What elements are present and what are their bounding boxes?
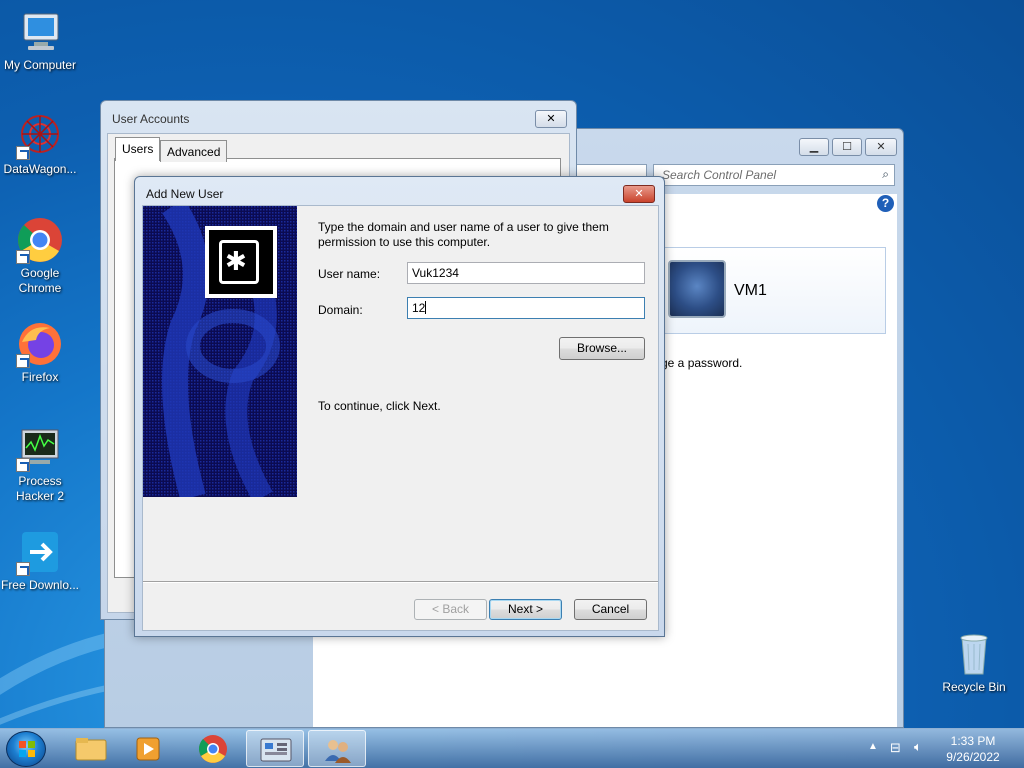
- recycle-bin-icon: [950, 630, 998, 678]
- back-button[interactable]: < Back: [414, 599, 487, 620]
- download-manager-icon: [16, 528, 64, 576]
- desktop-icon-label: Free Downlo...: [0, 578, 80, 592]
- continue-text: To continue, click Next.: [318, 399, 441, 413]
- desktop-icon-label: Process Hacker 2: [15, 474, 65, 503]
- shortcut-arrow-icon: [16, 458, 30, 472]
- change-password-link[interactable]: ge a password.: [661, 356, 742, 370]
- chrome-icon: [199, 735, 227, 763]
- desktop-icon-recycle-bin[interactable]: Recycle Bin: [934, 630, 1014, 695]
- folder-icon: [75, 738, 107, 761]
- shortcut-arrow-icon: [16, 250, 30, 264]
- tab-advanced[interactable]: Advanced: [160, 140, 228, 162]
- user-name-label: User name:: [318, 267, 381, 281]
- search-placeholder: Search Control Panel: [662, 168, 777, 182]
- dialog-body: ✱ Type the domain and user name of a use…: [142, 205, 659, 631]
- taskbar-control-panel[interactable]: [246, 730, 304, 767]
- clock-time[interactable]: 1:33 PM: [938, 734, 1008, 748]
- taskbar-explorer[interactable]: [62, 730, 120, 767]
- desktop-icon-label: DataWagon...: [3, 162, 77, 176]
- user-name-field[interactable]: Vuk1234: [407, 262, 645, 284]
- account-name: VM1: [734, 282, 767, 299]
- media-player-icon: [136, 737, 160, 761]
- desktop-icon-label: Google Chrome: [18, 266, 62, 295]
- divider: [143, 581, 658, 583]
- datawagon-icon: [16, 112, 64, 160]
- shortcut-arrow-icon: [16, 562, 30, 576]
- desktop-icon-free-download[interactable]: Free Downlo...: [0, 528, 80, 593]
- computer-icon: [16, 8, 64, 56]
- desktop-icon-process-hacker[interactable]: Process Hacker 2: [0, 424, 80, 504]
- desktop-icon-label: Firefox: [21, 370, 59, 384]
- desktop-icon-my-computer[interactable]: My Computer: [0, 8, 80, 73]
- maximize-button[interactable]: ☐: [832, 138, 862, 156]
- wizard-banner: ✱: [143, 206, 297, 497]
- users-icon: [325, 740, 351, 763]
- search-input[interactable]: Search Control Panel ⌕: [653, 164, 895, 186]
- search-icon: ⌕: [882, 167, 889, 181]
- process-hacker-icon: [16, 424, 64, 472]
- close-button[interactable]: ✕: [865, 138, 897, 156]
- desktop-icon-datawagon[interactable]: DataWagon...: [0, 112, 80, 177]
- close-button[interactable]: ✕: [623, 185, 655, 203]
- tab-users[interactable]: Users: [115, 137, 161, 161]
- start-button[interactable]: [6, 731, 46, 767]
- clock-date[interactable]: 9/26/2022: [938, 750, 1008, 764]
- browse-button[interactable]: Browse...: [559, 337, 645, 360]
- cancel-button[interactable]: Cancel: [574, 599, 647, 620]
- minimize-button[interactable]: ▁: [799, 138, 829, 156]
- windows-logo-icon: [19, 741, 35, 757]
- dialog-title: Add New User: [146, 187, 224, 201]
- next-button[interactable]: Next >: [489, 599, 562, 620]
- desktop-icon-label: Recycle Bin: [942, 680, 1006, 694]
- text-caret: [425, 301, 427, 314]
- add-new-user-dialog[interactable]: Add New User ✕ ✱ Type the domain and use…: [134, 176, 665, 637]
- control-panel-icon: [260, 738, 292, 762]
- user-name-value: Vuk1234: [412, 266, 459, 280]
- domain-value: 12: [412, 301, 426, 315]
- window-title: User Accounts: [112, 112, 190, 126]
- domain-field[interactable]: 12: [407, 297, 645, 319]
- desktop-icon-label: My Computer: [3, 58, 77, 72]
- help-icon[interactable]: ?: [877, 195, 894, 212]
- taskbar: ▲ ⊟ 🔈︎ 1:33 PM 9/26/2022: [0, 728, 1024, 768]
- instruction-text: Type the domain and user name of a user …: [318, 220, 609, 249]
- user-icon: ✱: [205, 226, 277, 298]
- domain-label: Domain:: [318, 303, 363, 317]
- taskbar-user-accounts[interactable]: [308, 730, 366, 767]
- close-button[interactable]: ✕: [535, 110, 567, 128]
- network-icon[interactable]: ⊟: [890, 740, 901, 756]
- show-hidden-icons-icon[interactable]: ▲: [868, 741, 878, 752]
- firefox-icon: [16, 320, 64, 368]
- desktop-icon-firefox[interactable]: Firefox: [0, 320, 80, 385]
- shortcut-arrow-icon: [16, 146, 30, 160]
- shortcut-arrow-icon: [16, 354, 30, 368]
- desktop-icon-google-chrome[interactable]: Google Chrome: [0, 216, 80, 296]
- taskbar-chrome[interactable]: [184, 730, 242, 767]
- chrome-icon: [16, 216, 64, 264]
- volume-icon[interactable]: 🔈︎: [914, 739, 922, 755]
- avatar[interactable]: [668, 260, 726, 318]
- taskbar-media-player[interactable]: [120, 730, 178, 767]
- user-account-panel: VM1: [661, 247, 886, 334]
